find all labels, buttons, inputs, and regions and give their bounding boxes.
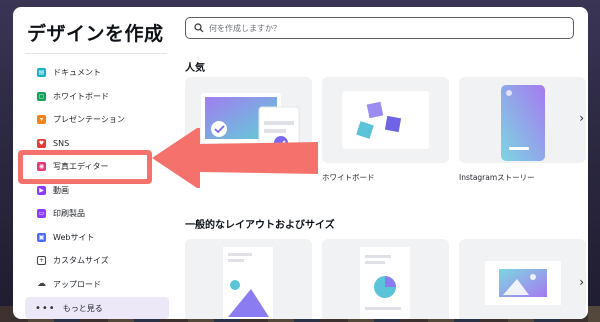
instagram-story-thumbnail bbox=[501, 85, 545, 161]
sidebar-item-label: もっと見る bbox=[62, 303, 103, 313]
scroll-right-icon[interactable]: › bbox=[579, 111, 584, 125]
social-media-icon: ♥ bbox=[37, 138, 46, 148]
custom-size-icon: + bbox=[37, 255, 46, 265]
upload-icon: ☁ bbox=[37, 279, 46, 289]
sidebar-item-label: カスタムサイズ bbox=[53, 255, 109, 265]
sidebar-item-more[interactable]: ••• もっと見る bbox=[25, 297, 169, 319]
sidebar-item-upload[interactable]: ☁ アップロード bbox=[25, 273, 169, 295]
document-icon: ▤ bbox=[37, 67, 46, 77]
website-icon: ▣ bbox=[37, 232, 46, 242]
video-icon: ▶ bbox=[37, 185, 46, 195]
sidebar-item-label: Webサイト bbox=[53, 232, 95, 242]
sidebar-item-label: 動画 bbox=[53, 185, 69, 195]
sidebar-item-presentation[interactable]: ▾ プレゼンテーション bbox=[25, 108, 169, 130]
template-card-label: ホワイトボード bbox=[322, 173, 375, 182]
more-dots-icon: ••• bbox=[35, 302, 56, 314]
sidebar-item-custom-size[interactable]: + カスタムサイズ bbox=[25, 249, 169, 271]
sidebar-item-label: SNS bbox=[53, 138, 70, 148]
layout-card-presentation[interactable] bbox=[459, 239, 586, 319]
layouts-section-title: 一般的なレイアウトおよびサイズ bbox=[185, 220, 335, 231]
sidebar-divider bbox=[25, 53, 167, 54]
template-card-whiteboard[interactable] bbox=[322, 77, 449, 163]
popular-section-title: 人気 bbox=[185, 63, 205, 74]
highlight-arrow-icon bbox=[152, 128, 318, 188]
document-thumbnail bbox=[360, 247, 410, 319]
search-bar[interactable] bbox=[185, 17, 574, 39]
layout-card-poster[interactable] bbox=[185, 239, 312, 319]
template-card-label: Instagramストーリー bbox=[459, 173, 535, 182]
presentation-icon: ▾ bbox=[37, 114, 46, 124]
search-icon bbox=[194, 23, 204, 33]
sidebar-item-whiteboard[interactable]: ▢ ホワイトボード bbox=[25, 85, 169, 107]
template-card-instagram-story[interactable] bbox=[459, 77, 586, 163]
sidebar-item-print[interactable]: ▭ 印刷製品 bbox=[25, 202, 169, 224]
sidebar-item-label: 印刷製品 bbox=[53, 208, 85, 218]
whiteboard-icon: ▢ bbox=[37, 91, 46, 101]
slide-thumbnail bbox=[485, 261, 561, 305]
sidebar-item-document[interactable]: ▤ ドキュメント bbox=[25, 61, 169, 83]
sidebar-item-label: ドキュメント bbox=[53, 67, 101, 77]
highlight-box bbox=[18, 150, 152, 184]
modal-title: デザインを作成 bbox=[27, 23, 164, 45]
whiteboard-thumbnail bbox=[342, 91, 429, 149]
layout-card-document[interactable] bbox=[322, 239, 449, 319]
sidebar-item-label: ホワイトボード bbox=[53, 91, 109, 101]
poster-thumbnail bbox=[223, 247, 273, 319]
sidebar-item-label: プレゼンテーション bbox=[53, 114, 125, 124]
print-icon: ▭ bbox=[37, 208, 46, 218]
sidebar-item-label: アップロード bbox=[53, 279, 101, 289]
scroll-right-icon[interactable]: › bbox=[579, 275, 584, 289]
search-input[interactable] bbox=[209, 23, 573, 33]
sidebar-item-website[interactable]: ▣ Webサイト bbox=[25, 226, 169, 248]
